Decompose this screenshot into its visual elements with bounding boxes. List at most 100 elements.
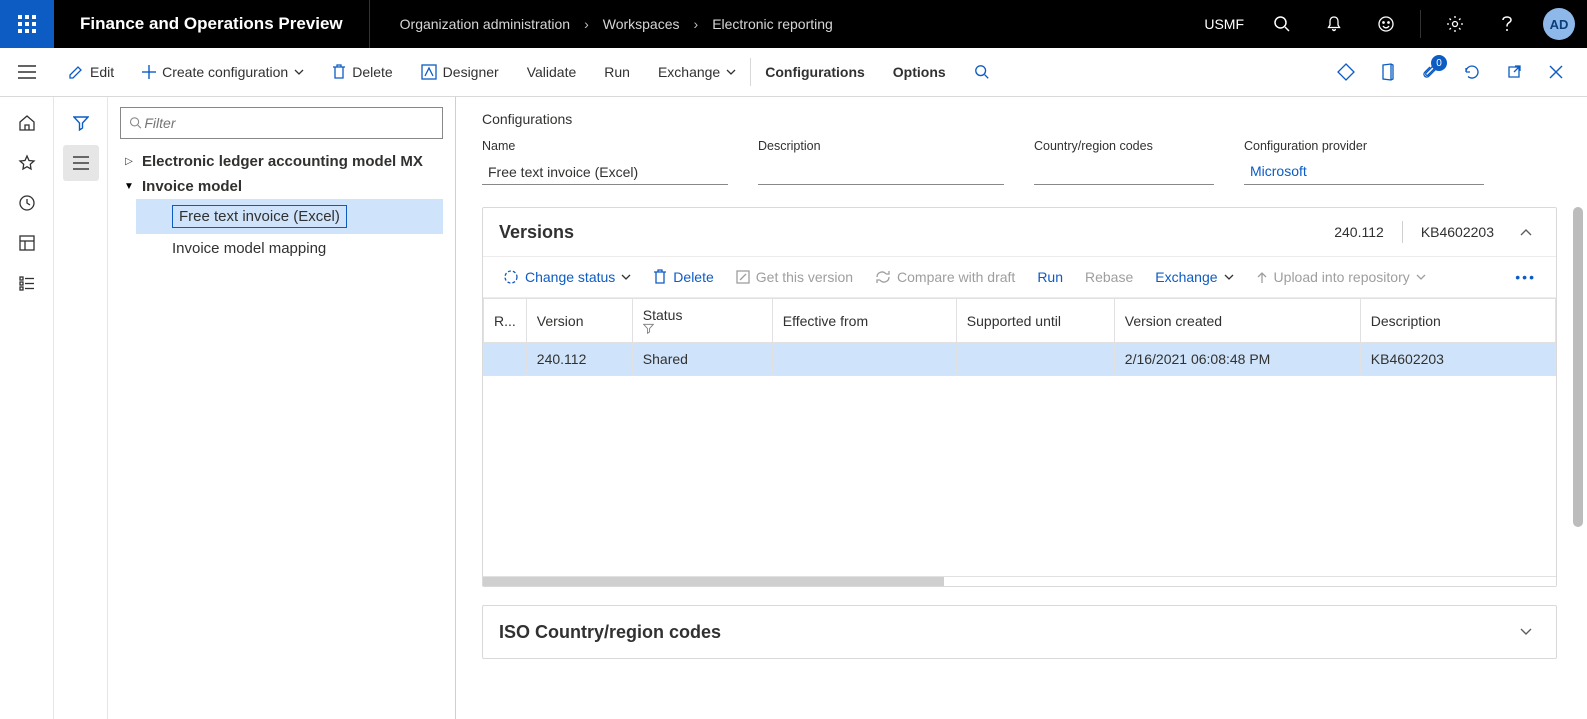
- titlebar-actions: USMF AD: [1204, 0, 1587, 48]
- col-r[interactable]: R...: [484, 299, 527, 343]
- col-supported[interactable]: Supported until: [956, 299, 1114, 343]
- description-field[interactable]: [758, 159, 1004, 185]
- col-effective[interactable]: Effective from: [772, 299, 956, 343]
- vertical-scrollbar[interactable]: [1573, 207, 1583, 527]
- delete-version-label: Delete: [673, 269, 713, 285]
- name-field[interactable]: [482, 159, 728, 185]
- versions-table: R... Version Status Effective from Suppo…: [483, 298, 1556, 376]
- attachments-button[interactable]: 0: [1411, 53, 1449, 91]
- notifications-button[interactable]: [1312, 0, 1356, 48]
- company-code[interactable]: USMF: [1204, 16, 1252, 32]
- filter-pane-button[interactable]: [63, 105, 99, 141]
- refresh-icon: [1463, 63, 1481, 81]
- versions-toolbar: Change status Delete Get this version Co…: [483, 257, 1556, 298]
- tree-panel: ▷ Electronic ledger accounting model MX …: [108, 97, 456, 719]
- change-status-label: Change status: [525, 269, 615, 285]
- designer-button[interactable]: Designer: [407, 48, 513, 96]
- app-launcher[interactable]: [0, 0, 54, 48]
- options-tab[interactable]: Options: [879, 48, 960, 96]
- change-status-button[interactable]: Change status: [493, 263, 641, 291]
- breadcrumb-item[interactable]: Organization administration: [400, 16, 570, 32]
- popout-icon: [1506, 64, 1522, 80]
- tree-label: Electronic ledger accounting model MX: [142, 153, 423, 170]
- versions-header: Versions 240.112 KB4602203: [483, 208, 1556, 257]
- office-icon: [1380, 63, 1396, 81]
- rail-recent[interactable]: [9, 185, 45, 221]
- rail-home[interactable]: [9, 105, 45, 141]
- search-icon: [974, 64, 990, 80]
- feedback-button[interactable]: [1364, 0, 1408, 48]
- main: ▷ Electronic ledger accounting model MX …: [0, 97, 1587, 719]
- col-description[interactable]: Description: [1360, 299, 1555, 343]
- office-button[interactable]: [1369, 53, 1407, 91]
- search-actionbar-button[interactable]: [960, 48, 1004, 96]
- table-row[interactable]: 240.112 Shared 2/16/2021 06:08:48 PM KB4…: [484, 343, 1556, 376]
- validate-label: Validate: [527, 64, 577, 80]
- edit-button[interactable]: Edit: [54, 48, 128, 96]
- create-configuration-button[interactable]: Create configuration: [128, 48, 318, 96]
- expand-button[interactable]: [1512, 618, 1540, 646]
- filter-box[interactable]: [120, 107, 443, 139]
- tree-node[interactable]: ▼ Invoice model: [120, 174, 443, 199]
- run-button[interactable]: Run: [590, 48, 644, 96]
- edit-label: Edit: [90, 64, 114, 80]
- upload-icon: [1256, 270, 1268, 284]
- codes-field[interactable]: [1034, 159, 1214, 185]
- close-button[interactable]: [1537, 53, 1575, 91]
- breadcrumb-item[interactable]: Electronic reporting: [712, 16, 833, 32]
- versions-title: Versions: [499, 222, 574, 243]
- table-header-row: R... Version Status Effective from Suppo…: [484, 299, 1556, 343]
- diamond-button[interactable]: [1327, 53, 1365, 91]
- caret-right-icon[interactable]: ▷: [122, 155, 136, 169]
- help-button[interactable]: [1485, 0, 1529, 48]
- col-status-label: Status: [643, 307, 683, 323]
- versions-card: Versions 240.112 KB4602203 Change status: [482, 207, 1557, 587]
- configurations-tab[interactable]: Configurations: [751, 48, 879, 96]
- avatar[interactable]: AD: [1543, 8, 1575, 40]
- popout-button[interactable]: [1495, 53, 1533, 91]
- rail-workspaces[interactable]: [9, 225, 45, 261]
- actionbar: Edit Create configuration Delete Designe…: [0, 48, 1587, 97]
- provider-link[interactable]: Microsoft: [1244, 159, 1484, 185]
- exchange-button[interactable]: Exchange: [644, 48, 750, 96]
- breadcrumb-item[interactable]: Workspaces: [603, 16, 680, 32]
- tree-node[interactable]: ▷ Electronic ledger accounting model MX: [120, 149, 443, 174]
- gear-icon: [1446, 15, 1464, 33]
- col-version[interactable]: Version: [526, 299, 632, 343]
- horizontal-scrollbar[interactable]: [483, 576, 1556, 586]
- nav-toggle[interactable]: [0, 48, 54, 96]
- rail-favorites[interactable]: [9, 145, 45, 181]
- exchange-version-button[interactable]: Exchange: [1145, 263, 1243, 291]
- bell-icon: [1325, 15, 1343, 33]
- validate-button[interactable]: Validate: [513, 48, 591, 96]
- tree-leaf[interactable]: Invoice model mapping: [136, 234, 443, 263]
- smiley-icon: [1377, 15, 1395, 33]
- col-created[interactable]: Version created: [1114, 299, 1360, 343]
- compare-label: Compare with draft: [897, 269, 1015, 285]
- tree-leaf-selected[interactable]: Free text invoice (Excel): [136, 199, 443, 234]
- chevron-down-icon: [726, 69, 736, 75]
- home-icon: [18, 114, 36, 132]
- list-pane-button[interactable]: [63, 145, 99, 181]
- cell-effective: [772, 343, 956, 376]
- versions-table-wrap: R... Version Status Effective from Suppo…: [483, 298, 1556, 586]
- filter-input[interactable]: [142, 114, 434, 132]
- iso-card[interactable]: ISO Country/region codes: [482, 605, 1557, 659]
- run-version-button[interactable]: Run: [1027, 263, 1073, 291]
- delete-button[interactable]: Delete: [318, 48, 406, 96]
- star-icon: [18, 154, 36, 172]
- scrollbar-thumb[interactable]: [483, 577, 944, 586]
- search-button[interactable]: [1260, 0, 1304, 48]
- settings-button[interactable]: [1433, 0, 1477, 48]
- delete-version-button[interactable]: Delete: [643, 263, 723, 291]
- col-status[interactable]: Status: [632, 299, 772, 343]
- refresh-button[interactable]: [1453, 53, 1491, 91]
- caret-down-icon[interactable]: ▼: [122, 180, 136, 194]
- collapse-button[interactable]: [1512, 218, 1540, 246]
- rail-modules[interactable]: [9, 265, 45, 301]
- funnel-icon[interactable]: [643, 323, 762, 334]
- more-button[interactable]: •••: [1505, 263, 1546, 291]
- plus-icon: [142, 65, 156, 79]
- divider: [1402, 221, 1403, 243]
- diamond-icon: [1337, 63, 1355, 81]
